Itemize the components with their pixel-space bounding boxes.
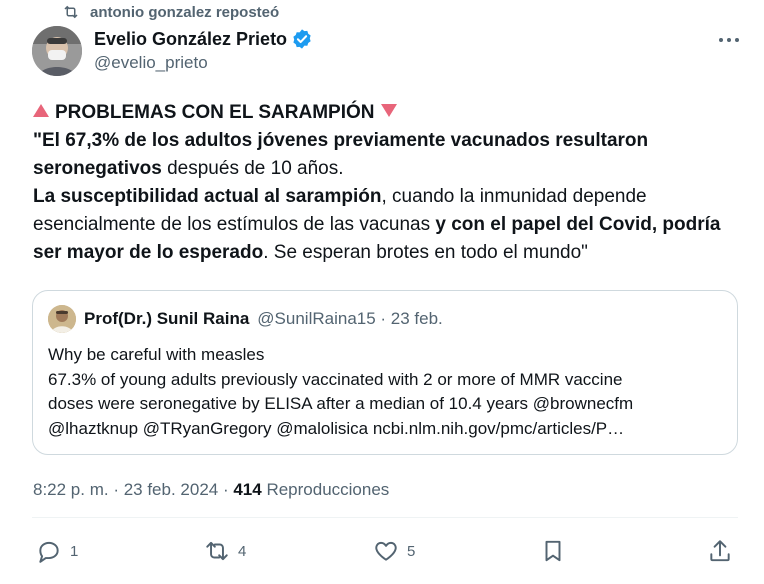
like-button[interactable]: 5 <box>373 538 415 564</box>
repost-count: 4 <box>238 542 247 560</box>
reply-count: 1 <box>70 542 79 560</box>
heart-icon <box>375 541 397 561</box>
tweet-paragraph-2: La susceptibilidad actual al sarampión, … <box>33 183 733 267</box>
tweet-text-1: después de 10 años. <box>161 158 344 179</box>
tweet-text: PROBLEMAS CON EL SARAMPIÓN "El 67,3% de … <box>33 99 733 267</box>
repost-icon <box>64 5 78 19</box>
repost-button[interactable]: 4 <box>204 538 246 564</box>
views-count: 414 <box>233 480 262 499</box>
views-label: Reproducciones <box>261 480 390 499</box>
reply-button[interactable]: 1 <box>36 538 78 564</box>
author-avatar[interactable] <box>32 26 82 76</box>
tweet-paragraph-1: "El 67,3% de los adultos jóvenes previam… <box>33 127 733 183</box>
tweet-timestamp[interactable]: 8:22 p. m. · 23 feb. 2024 · <box>33 480 233 499</box>
quoted-author-name: Prof(Dr.) Sunil Raina <box>84 309 250 328</box>
quoted-tweet[interactable]: Prof(Dr.) Sunil Raina @SunilRaina15 · 23… <box>32 290 738 455</box>
author-handle[interactable]: @evelio_prieto <box>94 53 313 73</box>
author-info: Evelio González Prieto @evelio_prieto <box>94 28 313 73</box>
share-icon <box>710 540 730 562</box>
reply-icon <box>39 541 59 563</box>
tweet-text-3: . Se esperan brotes en todo el mundo" <box>263 242 588 263</box>
like-count: 5 <box>407 542 416 560</box>
bookmark-button[interactable] <box>540 538 566 564</box>
more-options-button[interactable] <box>714 30 744 50</box>
quoted-tweet-header: Prof(Dr.) Sunil Raina @SunilRaina15 · 23… <box>48 305 443 333</box>
repost-icon <box>206 541 228 561</box>
quoted-line: doses were seronegative by ELISA after a… <box>48 394 634 413</box>
divider <box>32 517 738 518</box>
share-button[interactable] <box>707 538 733 564</box>
tweet-heading-row: PROBLEMAS CON EL SARAMPIÓN <box>33 99 733 127</box>
tweet-meta: 8:22 p. m. · 23 feb. 2024 · 414 Reproduc… <box>33 480 389 500</box>
quoted-author-avatar <box>48 305 76 333</box>
tweet-bold-2: La susceptibilidad actual al sarampión <box>33 186 382 207</box>
red-triangle-up-icon <box>33 104 49 117</box>
repost-indicator[interactable]: antonio gonzalez reposteó <box>62 3 279 21</box>
verified-badge-icon <box>293 29 311 49</box>
red-triangle-down-icon <box>380 104 397 117</box>
author-name[interactable]: Evelio González Prieto <box>94 29 287 50</box>
quoted-avatar-image <box>48 305 76 333</box>
avatar-image <box>32 26 82 76</box>
quoted-line: @lhaztknup @TRyanGregory @malolisica ncb… <box>48 418 625 438</box>
quoted-tweet-body: Why be careful with measles 67.3% of you… <box>48 343 728 441</box>
more-icon <box>719 38 739 42</box>
quoted-author-meta: @SunilRaina15 · 23 feb. <box>257 309 443 328</box>
quoted-line: 67.3% of young adults previously vaccina… <box>48 369 623 389</box>
quoted-line: Why be careful with measles <box>48 345 265 364</box>
repost-text: antonio gonzalez reposteó <box>90 3 280 21</box>
bookmark-icon <box>545 540 561 562</box>
tweet-heading: PROBLEMAS CON EL SARAMPIÓN <box>55 102 375 123</box>
